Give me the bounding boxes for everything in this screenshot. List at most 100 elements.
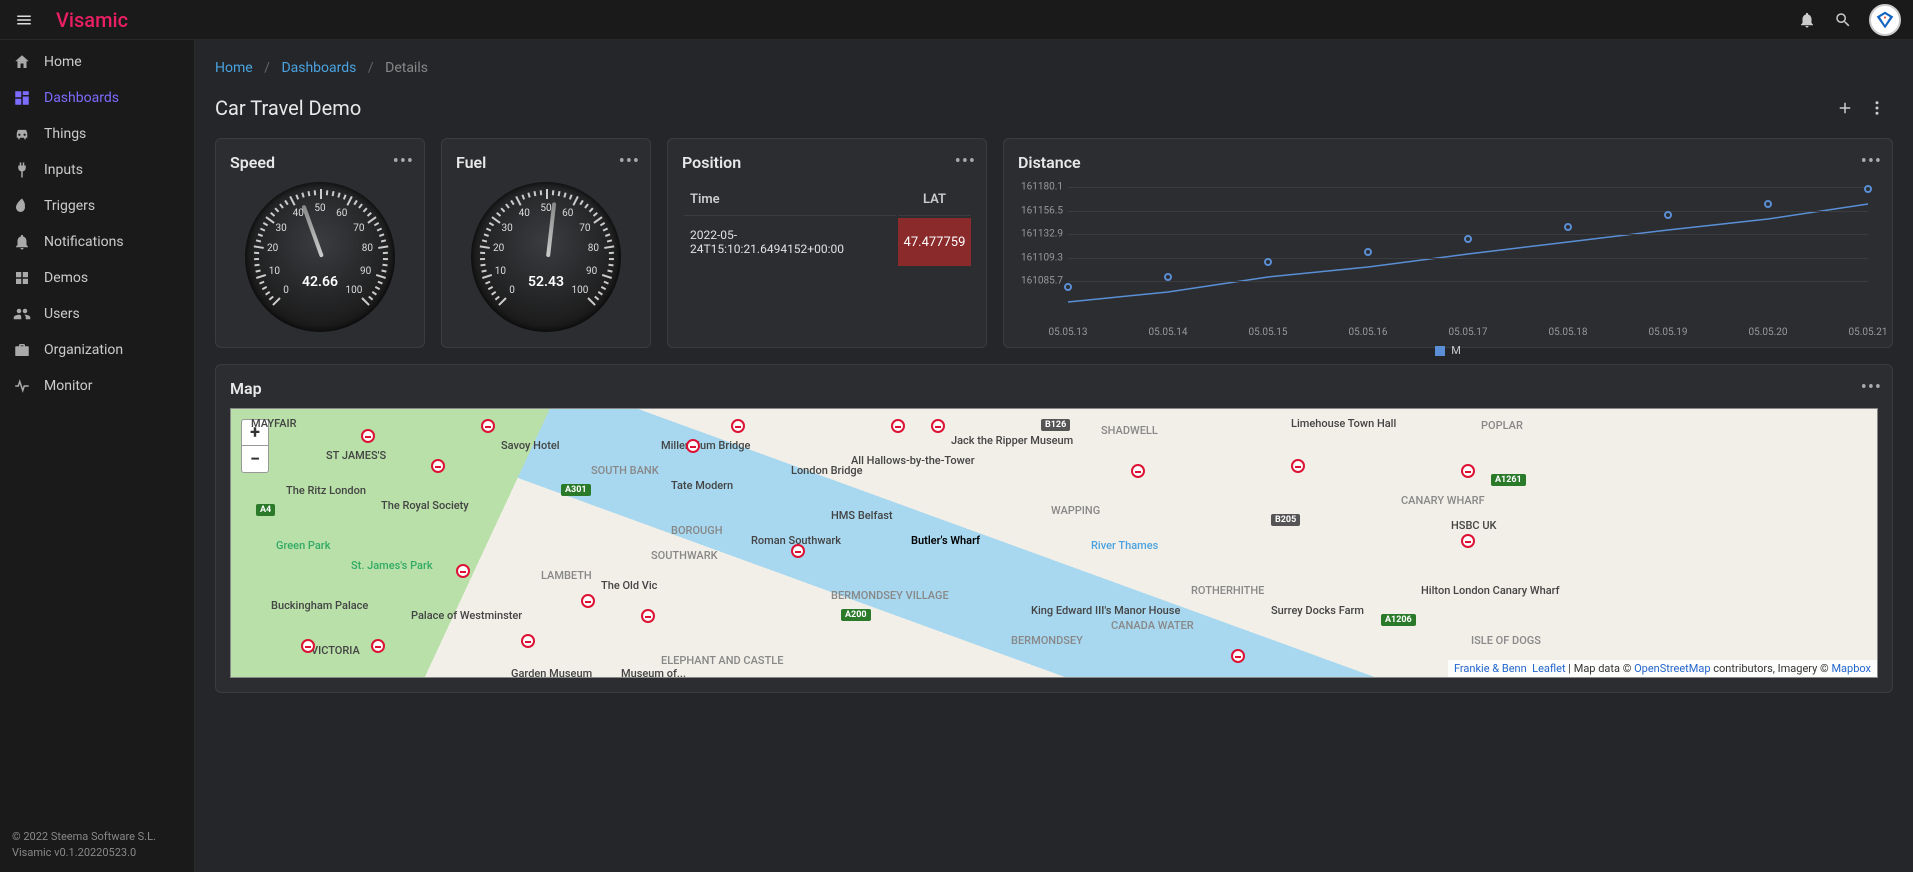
map-label: Butler's Wharf (911, 534, 980, 547)
people-icon (12, 304, 32, 324)
map-attribution: Frankie & Benn Leaflet | Map data © Open… (1448, 660, 1877, 677)
map-label: BOROUGH (671, 524, 723, 537)
main-content: Home / Dashboards / Details Car Travel D… (195, 40, 1913, 872)
map-zoom-out-button[interactable]: − (242, 446, 268, 472)
map-label: The Old Vic (601, 579, 657, 592)
sidebar-item-label: Monitor (44, 378, 93, 394)
sidebar-item-label: Users (44, 306, 80, 322)
sidebar-item-demos[interactable]: Demos (0, 260, 194, 296)
map-leaflet-link[interactable]: Leaflet (1532, 662, 1565, 675)
card-menu-button[interactable]: ••• (955, 151, 976, 172)
map-label: ISLE OF DOGS (1471, 634, 1541, 647)
card-title: Distance (1018, 153, 1878, 172)
tube-station-icon (686, 439, 700, 453)
map-label: BERMONDSEY VILLAGE (831, 589, 949, 602)
sidebar-item-dashboards[interactable]: Dashboards (0, 80, 194, 116)
map-road-shield: B126 (1041, 419, 1070, 431)
brand-logo: Visamic (56, 8, 128, 32)
cell-lat: 47.477759 (898, 218, 972, 266)
sidebar-item-home[interactable]: Home (0, 44, 194, 80)
sidebar-item-notifications[interactable]: Notifications (0, 224, 194, 260)
map-label: POPLAR (1481, 419, 1523, 432)
fuel-value: 52.43 (471, 274, 621, 290)
table-row: 2022-05-24T15:10:21.6494152+00:00 47.477… (684, 218, 972, 266)
page-menu-button[interactable] (1861, 92, 1893, 124)
position-table: Time LAT LON 2022-05-24T15:10:21.6494152… (682, 182, 972, 268)
map-attr-link[interactable]: Frankie & Benn (1454, 662, 1527, 675)
search-icon (1834, 11, 1852, 29)
breadcrumb-dashboards[interactable]: Dashboards (281, 60, 356, 76)
tube-station-icon (521, 634, 535, 648)
map-label: Tate Modern (671, 479, 733, 492)
breadcrumb-sep: / (368, 60, 374, 76)
version-text: Visamic v0.1.20220523.0 (12, 845, 182, 860)
map-label: St. James's Park (351, 559, 433, 572)
sidebar-item-monitor[interactable]: Monitor (0, 368, 194, 404)
map-card: Map ••• + − Frankie & Benn Leaflet | Map… (215, 364, 1893, 693)
speed-card: Speed ••• 0102030405060708090100 42.66 (215, 138, 425, 348)
tube-station-icon (1291, 459, 1305, 473)
sidebar-item-label: Organization (44, 342, 123, 358)
fuel-card: Fuel ••• 0102030405060708090100 52.43 (441, 138, 651, 348)
pulse-icon (12, 376, 32, 396)
map-label: SOUTH BANK (591, 464, 659, 477)
sidebar-item-users[interactable]: Users (0, 296, 194, 332)
map-label: Hilton London Canary Wharf (1421, 584, 1560, 597)
map-label: Museum of... (621, 667, 686, 678)
tube-station-icon (481, 419, 495, 433)
card-title: Speed (230, 153, 410, 172)
map-view[interactable]: + − Frankie & Benn Leaflet | Map data © … (230, 408, 1878, 678)
sidebar-item-things[interactable]: Things (0, 116, 194, 152)
briefcase-icon (12, 340, 32, 360)
grid-icon (12, 268, 32, 288)
map-label: River Thames (1091, 539, 1158, 552)
dashboard-icon (12, 88, 32, 108)
map-label: CANARY WHARF (1401, 494, 1485, 507)
map-road-shield: B205 (1271, 514, 1300, 526)
tube-station-icon (1461, 534, 1475, 548)
car-icon (12, 124, 32, 144)
map-label: Surrey Docks Farm (1271, 604, 1364, 617)
fuel-gauge: 0102030405060708090100 52.43 (471, 182, 621, 332)
card-menu-button[interactable]: ••• (1861, 377, 1882, 398)
tube-station-icon (641, 609, 655, 623)
pizza-icon (1875, 10, 1895, 30)
position-table-scroll[interactable]: Time LAT LON 2022-05-24T15:10:21.6494152… (682, 182, 972, 268)
speed-value: 42.66 (245, 274, 395, 290)
map-osm-link[interactable]: OpenStreetMap (1634, 662, 1710, 675)
map-label: SOUTHWARK (651, 549, 718, 562)
breadcrumb: Home / Dashboards / Details (215, 52, 1893, 92)
position-card: Position ••• Time LAT LON 2022-05-24T15:… (667, 138, 987, 348)
add-widget-button[interactable] (1829, 92, 1861, 124)
map-label: All Hallows-by-the-Tower (851, 454, 975, 467)
map-attr-text: | Map data © (1566, 662, 1635, 675)
col-lat: LAT (898, 184, 972, 216)
chart-legend: M (1018, 344, 1878, 357)
tube-station-icon (1131, 464, 1145, 478)
tube-station-icon (371, 639, 385, 653)
map-label: VICTORIA (311, 644, 360, 657)
sidebar-item-label: Triggers (44, 198, 95, 214)
menu-toggle-button[interactable] (12, 8, 36, 32)
map-label: The Ritz London (286, 484, 366, 497)
tube-station-icon (361, 429, 375, 443)
breadcrumb-home[interactable]: Home (215, 60, 253, 76)
search-button[interactable] (1825, 2, 1861, 38)
map-road-shield: A4 (256, 504, 275, 516)
user-avatar[interactable] (1869, 4, 1901, 36)
tube-station-icon (301, 639, 315, 653)
col-time: Time (684, 184, 896, 216)
sidebar-item-organization[interactable]: Organization (0, 332, 194, 368)
card-menu-button[interactable]: ••• (1861, 151, 1882, 172)
legend-swatch (1435, 346, 1445, 356)
map-label: Palace of Westminster (411, 609, 522, 622)
card-menu-button[interactable]: ••• (619, 151, 640, 172)
map-label: King Edward III's Manor House (1031, 604, 1180, 617)
sidebar-item-triggers[interactable]: Triggers (0, 188, 194, 224)
notifications-button[interactable] (1789, 2, 1825, 38)
sidebar-item-inputs[interactable]: Inputs (0, 152, 194, 188)
card-menu-button[interactable]: ••• (393, 151, 414, 172)
more-vert-icon (1868, 99, 1886, 117)
map-mapbox-link[interactable]: Mapbox (1831, 662, 1871, 675)
sidebar: Home Dashboards Things Inputs Triggers N… (0, 40, 195, 872)
